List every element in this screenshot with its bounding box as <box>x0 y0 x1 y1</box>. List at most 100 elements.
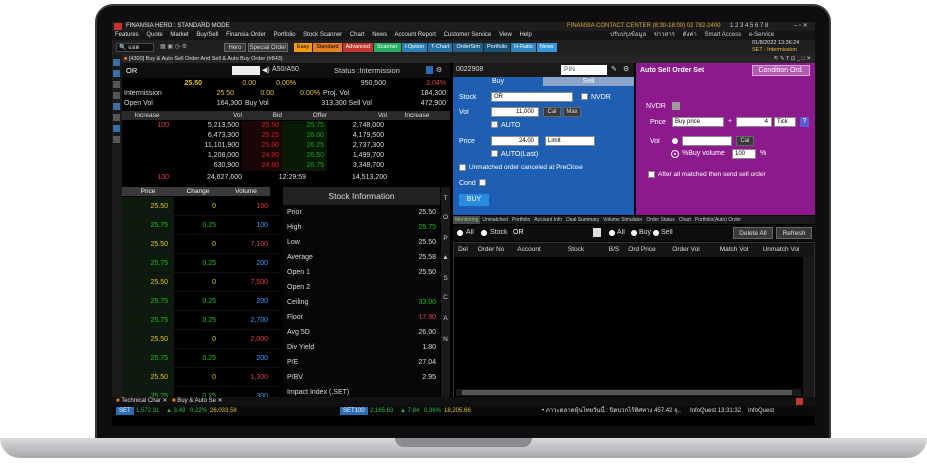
vol-input[interactable]: 11,000 <box>491 107 539 117</box>
search-input[interactable]: 🔍 แอด <box>116 43 154 52</box>
eservice-link[interactable]: e-Service <box>749 32 774 38</box>
buy-button[interactable]: BUY <box>459 194 489 206</box>
news-link[interactable]: ข่าวสาร <box>654 32 675 38</box>
side-tab-s[interactable]: S <box>441 275 450 282</box>
orderbook-row[interactable]: 11,101,900 25.00 26.25 2,737,300 <box>122 141 450 151</box>
auto-nvdr-checkbox[interactable] <box>672 102 680 110</box>
orders-hscroll-thumb[interactable] <box>462 390 792 395</box>
alert-icon[interactable] <box>796 398 803 405</box>
task-technical-chart[interactable]: ■ Technical Char ✕ <box>116 397 168 406</box>
tab-portfolio[interactable]: Portfolio <box>483 43 511 52</box>
filter-stock-value[interactable]: OR <box>513 229 524 236</box>
menu-buysell[interactable]: Buy/Sell <box>196 32 218 38</box>
side-arrow-up-icon[interactable]: ▲ <box>441 254 450 261</box>
tab-chart[interactable]: Chart <box>677 216 693 224</box>
layout-icon[interactable] <box>426 66 433 74</box>
tab-standard[interactable]: Standard <box>313 43 342 52</box>
refresh-button[interactable]: Refresh <box>776 227 812 239</box>
task-buy-auto-sell[interactable]: ■ Buy & Auto Se ✕ <box>172 397 223 406</box>
tab-news[interactable]: News <box>536 43 557 52</box>
tab-unmatched[interactable]: Unmatched <box>480 216 510 224</box>
window-controls[interactable]: – ▫ ✕ <box>794 22 808 31</box>
tab-scanner[interactable]: Scanner <box>374 43 401 52</box>
tab-account-info[interactable]: Account Info <box>532 216 564 224</box>
tab-advanced[interactable]: Advanced <box>342 43 374 52</box>
account-number[interactable]: 0022908 <box>456 66 483 73</box>
tab-ioption[interactable]: I-Option <box>401 43 428 52</box>
gear-icon[interactable]: ⚙ <box>436 66 442 74</box>
orders-hscrollbar[interactable] <box>456 389 801 396</box>
special-order-button[interactable]: Special Order <box>248 43 288 52</box>
settings-link[interactable]: ตั้งค่า <box>683 32 697 38</box>
tick-count-input[interactable]: 4 <box>736 117 772 127</box>
cal-button[interactable]: Cal <box>543 107 561 117</box>
cond-checkbox[interactable] <box>479 179 486 186</box>
menu-portfolio[interactable]: Portfolio <box>273 32 295 38</box>
menu-customer-service[interactable]: Customer Service <box>444 32 492 38</box>
tab-easy[interactable]: Easy <box>294 43 313 52</box>
refresh-data-link[interactable]: ปรับปรุงข้อมูล <box>610 32 646 38</box>
set-index-label[interactable]: SET <box>116 407 134 415</box>
tab-sell[interactable]: Sell <box>543 77 634 86</box>
sidebar-icon-3[interactable] <box>113 81 120 88</box>
auto-vol-input[interactable] <box>682 136 732 146</box>
tab-volume-simulator[interactable]: Volume Simulator <box>601 216 644 224</box>
toolbar-icons[interactable]: ▦ ▣ ◷ ⚙ <box>160 43 220 52</box>
vol-radio[interactable] <box>672 138 678 144</box>
symbol-text[interactable]: OR <box>126 66 137 75</box>
menu-features[interactable]: Features <box>115 32 139 38</box>
set100-label[interactable]: SET100 <box>340 407 368 415</box>
sidebar-icon-1[interactable] <box>113 59 120 66</box>
order-gear-icon[interactable]: ⚙ <box>623 65 629 73</box>
price-input[interactable]: 24.00 <box>491 136 539 146</box>
side-tab-p[interactable]: P <box>441 235 450 242</box>
max-button[interactable]: Max <box>563 107 581 117</box>
workspace-numbers[interactable]: 1 2 3 4 5 6 7 8 <box>730 22 768 31</box>
auto-cal-button[interactable]: Cal <box>736 136 754 146</box>
menu-news[interactable]: News <box>372 32 387 38</box>
speaker-icon[interactable]: ◀) <box>262 66 270 74</box>
price-type-select[interactable]: Limit <box>545 136 595 146</box>
tab-hratio[interactable]: H-Ratio <box>511 43 536 52</box>
filter-all-radio[interactable] <box>457 230 463 236</box>
edit-icon[interactable]: ✎ <box>611 65 617 73</box>
sidebar-icon-8[interactable] <box>113 136 120 143</box>
orderbook-row[interactable]: 1,208,000 24.90 26.50 1,499,700 <box>122 151 450 161</box>
sidebar-icon-2[interactable] <box>113 70 120 77</box>
menu-help[interactable]: Help <box>520 32 532 38</box>
stock-input[interactable]: OR <box>491 92 573 102</box>
sidebar-icon-7[interactable] <box>113 125 120 132</box>
side-tab-n[interactable]: N <box>441 336 450 343</box>
pct-value-input[interactable]: 100 <box>732 149 756 159</box>
menu-account-report[interactable]: Account Report <box>395 32 436 38</box>
menu-quote[interactable]: Quote <box>146 32 162 38</box>
filter-buy-radio[interactable] <box>631 230 637 236</box>
filter-all2-radio[interactable] <box>609 230 615 236</box>
tab-tchart[interactable]: T-Chart <box>428 43 453 52</box>
delete-all-button[interactable]: Delete All <box>733 227 773 239</box>
tab-portfolio-monitor[interactable]: Portfolio <box>510 216 532 224</box>
tab-order-status[interactable]: Order Status <box>644 216 676 224</box>
menu-stock-scanner[interactable]: Stock Scanner <box>303 32 342 38</box>
orderbook-row[interactable]: 6,473,300 25.25 26.00 4,179,500 <box>122 131 450 141</box>
nvdr-checkbox[interactable] <box>581 93 588 100</box>
sidebar-icon-4[interactable] <box>113 92 120 99</box>
symbol-dropdown[interactable] <box>232 66 260 75</box>
menu-finansia-order[interactable]: Finansia Order <box>226 32 266 38</box>
hero-button[interactable]: Hero <box>224 43 246 52</box>
news-ticker[interactable]: • ภาวะตลาดหุ้นไทยวันนี้ : ปิดบวกไร้ทิศทา… <box>542 406 682 416</box>
tab-buy[interactable]: Buy <box>453 77 543 86</box>
side-tab-t[interactable]: T <box>441 195 450 202</box>
side-tab-c[interactable]: C <box>441 294 450 301</box>
tab-ordersim[interactable]: OrderSim <box>453 43 483 52</box>
sidebar-icon-5[interactable] <box>113 103 120 110</box>
condition-order-button[interactable]: Condition Ord. <box>752 65 810 76</box>
side-tab-a[interactable]: A <box>441 315 450 322</box>
tick-unit-select[interactable]: Tick <box>774 117 796 127</box>
orderbook-row[interactable]: 630,900 24.80 26.75 3,348,700 <box>122 161 450 171</box>
filter-dropdown-icon[interactable] <box>593 228 601 237</box>
filter-sell-radio[interactable] <box>653 230 659 236</box>
menu-market[interactable]: Market <box>170 32 188 38</box>
side-tab-o[interactable]: O <box>441 214 450 221</box>
filter-stock-radio[interactable] <box>481 230 487 236</box>
